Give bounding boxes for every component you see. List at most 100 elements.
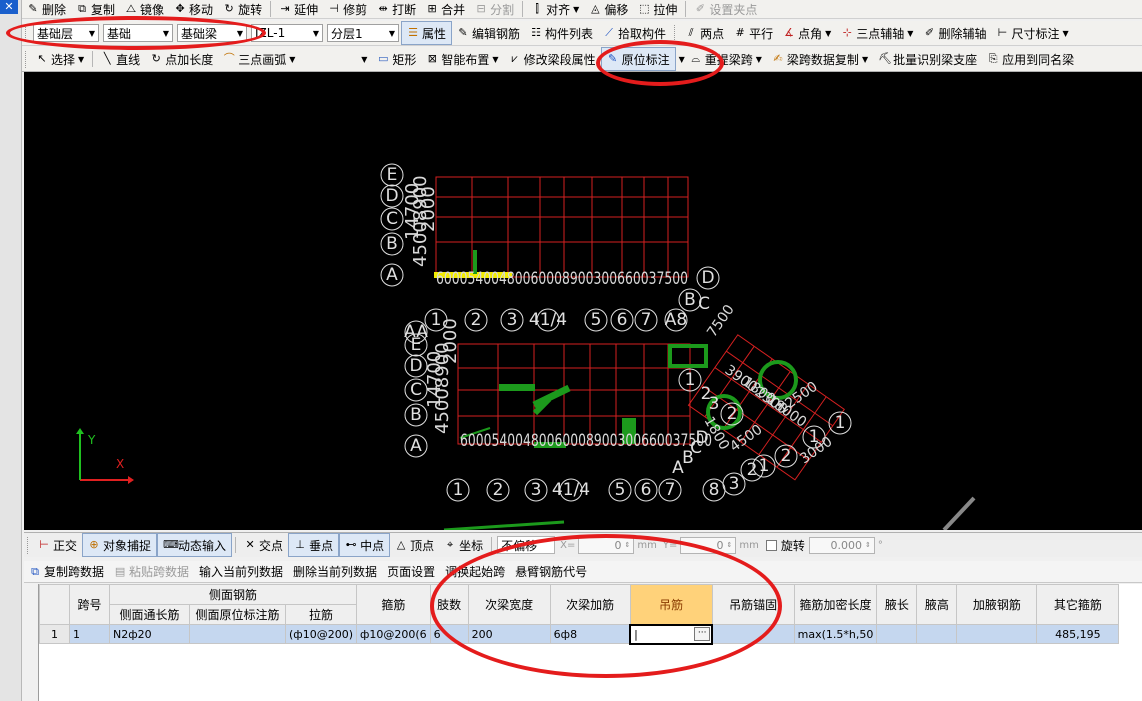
reextract-span-button[interactable]: ⌓ 重提梁跨 ▼ <box>685 47 767 71</box>
arc-mode-select[interactable]: ▼ <box>302 50 370 68</box>
grip-point-button[interactable]: ✐ 设置夹点 <box>689 0 762 18</box>
vertex-button[interactable]: △ 顶点 <box>390 533 439 557</box>
edit-rebar-button[interactable]: ✎ 编辑钢筋 <box>452 21 525 45</box>
floor-select[interactable]: 基础层 ▼ <box>33 24 99 42</box>
column-header[interactable]: 箍筋 <box>355 584 431 625</box>
member-list-button[interactable]: ☷ 构件列表 <box>525 21 598 45</box>
dynamic-input-button[interactable]: ⌨ 动态输入 <box>157 533 233 557</box>
type-select[interactable]: 基础梁 ▼ <box>177 24 247 42</box>
three-point-arc-button[interactable]: ⌒ 三点画弧 ▼ <box>218 47 300 71</box>
perpendicular-button[interactable]: ⊥ 垂点 <box>288 533 340 557</box>
swap-start-button[interactable]: 调换起始跨 <box>440 561 510 582</box>
modify-span-button[interactable]: ⩗ 修改梁段属性 <box>504 47 601 71</box>
three-point-axis-button[interactable]: ⊹ 三点辅轴 ▼ <box>836 21 918 45</box>
paste-span-button[interactable]: ▤ 粘贴跨数据 <box>109 561 194 582</box>
stretch-button[interactable]: ⬚ 拉伸 <box>633 0 682 18</box>
category-select[interactable]: 基础 ▼ <box>103 24 173 42</box>
toolbar-grip[interactable] <box>27 536 30 554</box>
ellipsis-button[interactable]: ··· <box>694 626 711 641</box>
hanger-rebar-editor[interactable]: | ··· <box>629 623 714 645</box>
table-row[interactable]: 1 1 N2ф20 (ф10@200) ф10@200(6 6 200 6ф8 … <box>39 623 1120 645</box>
mirror-button[interactable]: ⧍ 镜像 <box>120 0 169 18</box>
table-cell[interactable] <box>711 624 795 644</box>
column-header[interactable]: 跨号 <box>69 584 110 625</box>
table-cell[interactable]: 6 <box>429 624 469 644</box>
point-length-button[interactable]: ↻ 点加长度 <box>145 47 218 71</box>
break-button[interactable]: ⇹ 打断 <box>372 0 421 18</box>
copy-span-button[interactable]: ⧉ 复制跨数据 <box>24 561 109 582</box>
rotate-checkbox[interactable] <box>765 539 777 551</box>
table-cell[interactable]: 485,195 <box>1036 624 1120 644</box>
offset-button[interactable]: ◬ 偏移 <box>584 0 633 18</box>
x-input[interactable]: 0 ⇕ <box>578 536 635 554</box>
column-header-active[interactable]: 吊筋 <box>629 584 713 625</box>
row-index[interactable]: 1 <box>39 624 70 644</box>
copy-span-data-button[interactable]: ✍ 梁跨数据复制 ▼ <box>767 47 873 71</box>
midpoint-button[interactable]: ⊷ 中点 <box>339 533 391 557</box>
delete-column-button[interactable]: 删除当前列数据 <box>288 561 382 582</box>
table-cell[interactable]: (ф10@200) <box>285 624 357 644</box>
rect-button[interactable]: ▭ 矩形 <box>372 47 421 71</box>
table-cell[interactable] <box>189 624 286 644</box>
close-icon[interactable]: ✕ <box>0 0 18 14</box>
toolbar-grip[interactable] <box>25 50 28 68</box>
snap-button[interactable]: ⊕ 对象捕捉 <box>82 533 158 557</box>
properties-button[interactable]: ☰ 属性 <box>401 21 453 45</box>
cantilever-code-button[interactable]: 悬臂钢筋代号 <box>510 561 592 582</box>
parallel-button[interactable]: # 平行 <box>729 21 778 45</box>
table-cell[interactable] <box>876 624 918 644</box>
pick-member-button[interactable]: ⟋ 拾取构件 <box>598 21 671 45</box>
table-cell[interactable]: 1 <box>69 624 110 644</box>
column-header[interactable]: 侧面通长筋 <box>109 604 190 625</box>
merge-button[interactable]: ⊞ 合并 <box>421 0 470 18</box>
input-column-button[interactable]: 输入当前列数据 <box>194 561 288 582</box>
trim-button[interactable]: ⊣ 修剪 <box>323 0 372 18</box>
table-cell[interactable]: ф10@200(6 <box>355 624 431 644</box>
column-header[interactable]: 其它箍筋 <box>1036 584 1120 625</box>
column-header[interactable]: 侧面原位标注筋 <box>189 604 286 625</box>
ortho-button[interactable]: ⊢ 正交 <box>33 533 82 557</box>
column-header[interactable]: 吊筋锚固 <box>711 584 795 625</box>
table-cell[interactable]: 6ф8 <box>549 624 631 644</box>
intersection-button[interactable]: ✕ 交点 <box>239 533 288 557</box>
line-button[interactable]: ╲ 直线 <box>96 47 145 71</box>
column-header[interactable]: 腋高 <box>916 584 958 625</box>
table-cell[interactable]: 200 <box>467 624 551 644</box>
offset-mode-select[interactable]: 不偏移 <box>497 536 556 554</box>
rotate-button[interactable]: ↻ 旋转 <box>218 0 267 18</box>
move-button[interactable]: ✥ 移动 <box>169 0 218 18</box>
drawing-canvas[interactable]: E D C B A 1 2 3 41/4 5 6 7 A8 AA E D C B A 1 2 3 41/4 5 6 7 8 D B C 1 2… <box>24 72 1142 530</box>
layer-select[interactable]: 分层1 ▼ <box>327 24 399 42</box>
table-cell[interactable] <box>916 624 958 644</box>
column-header[interactable]: 肢数 <box>429 584 469 625</box>
table-cell[interactable]: N2ф20 <box>109 624 190 644</box>
dimension-button[interactable]: ⊢ 尺寸标注 ▼ <box>991 21 1073 45</box>
column-header[interactable]: 加腋钢筋 <box>956 584 1038 625</box>
two-points-button[interactable]: ⫽ 两点 <box>680 21 729 45</box>
coord-button[interactable]: ⌖ 坐标 <box>439 533 488 557</box>
y-input[interactable]: 0 ⇕ <box>680 536 737 554</box>
column-header[interactable]: 箍筋加密长度 <box>793 584 878 625</box>
table-cell[interactable] <box>956 624 1038 644</box>
toolbar-grip[interactable] <box>674 24 677 42</box>
delete-axis-button[interactable]: ✐ 删除辅轴 <box>918 21 991 45</box>
original-mark-button[interactable]: ✎ 原位标注 <box>600 47 676 71</box>
rotate-input[interactable]: 0.000 ⇕ <box>808 536 875 554</box>
page-setup-button[interactable]: 页面设置 <box>382 561 440 582</box>
delete-button[interactable]: ✎ 删除 <box>22 0 71 18</box>
table-cell[interactable]: max(1.5*h,50 <box>793 624 878 644</box>
column-header[interactable]: 次梁宽度 <box>467 584 551 625</box>
member-select[interactable]: JZL-1 ▼ <box>251 24 323 42</box>
copy-button[interactable]: ⧉ 复制 <box>71 0 120 18</box>
split-button[interactable]: ⊟ 分割 <box>470 0 519 18</box>
toolbar-grip[interactable] <box>25 24 28 42</box>
point-angle-button[interactable]: ∡ 点角 ▼ <box>778 21 836 45</box>
select-button[interactable]: ↖ 选择 ▼ <box>31 47 89 71</box>
column-header[interactable]: 腋长 <box>876 584 918 625</box>
align-button[interactable]: ⫿ 对齐 ▼ <box>526 0 584 18</box>
column-header[interactable]: 次梁加筋 <box>549 584 631 625</box>
extend-button[interactable]: ⇥ 延伸 <box>274 0 323 18</box>
batch-identify-button[interactable]: ⛏ 批量识别梁支座 <box>873 47 982 71</box>
apply-same-button[interactable]: ⎘ 应用到同名梁 <box>982 47 1079 71</box>
column-header[interactable]: 拉筋 <box>285 604 357 625</box>
